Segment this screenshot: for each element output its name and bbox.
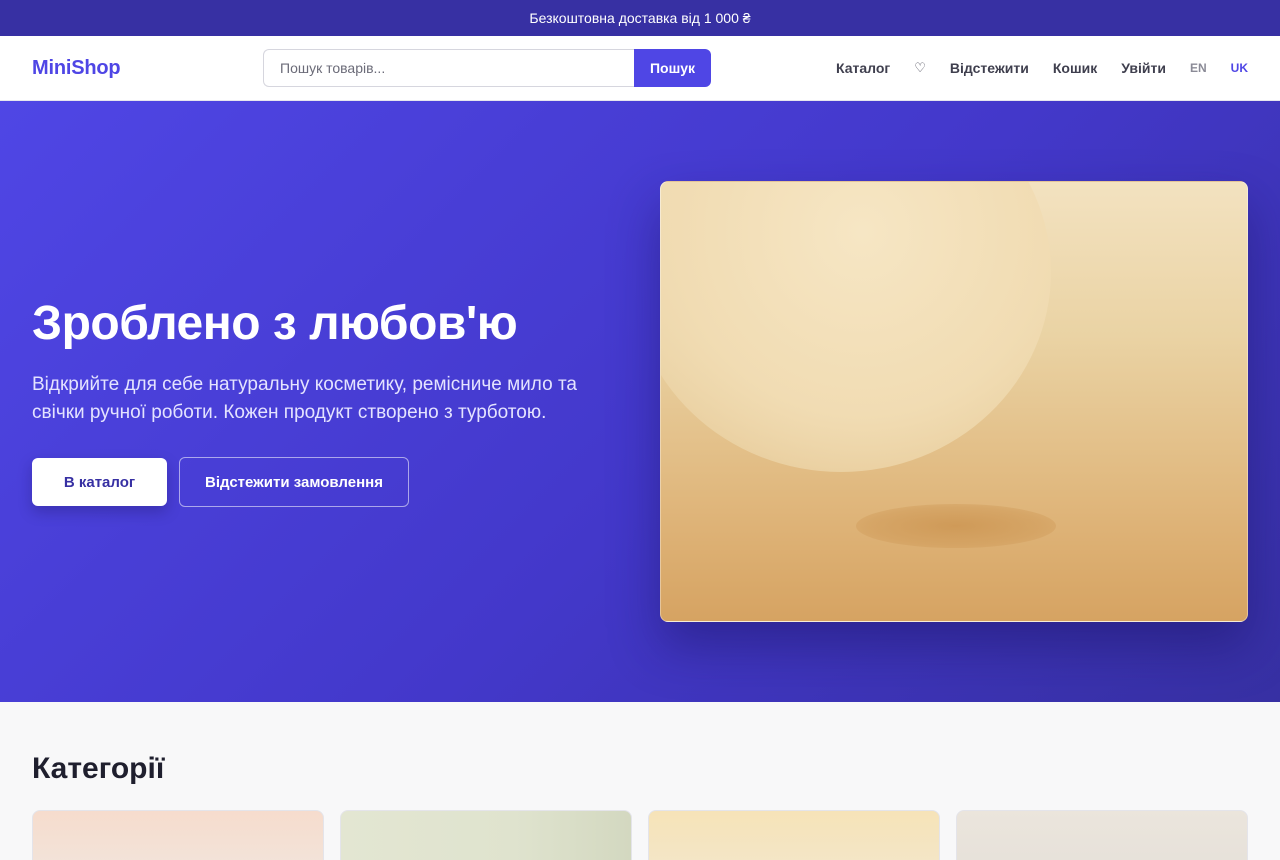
nav-track[interactable]: Відстежити — [950, 60, 1029, 76]
lang-en[interactable]: EN — [1190, 61, 1207, 75]
site-header: MiniShop Пошук Каталог ♡ Відстежити Коши… — [0, 36, 1280, 101]
categories-heading: Категорії — [32, 752, 165, 785]
hero-title: Зроблено з любов'ю — [32, 297, 518, 350]
search-button[interactable]: Пошук — [634, 49, 711, 87]
catalog-button[interactable]: В каталог — [32, 458, 167, 506]
lang-uk[interactable]: UK — [1231, 61, 1248, 75]
nav-catalog[interactable]: Каталог — [836, 60, 890, 76]
category-card[interactable] — [32, 810, 324, 860]
hero-image-orb — [661, 182, 1051, 472]
search-form: Пошук — [263, 49, 711, 87]
main-nav: Каталог ♡ Відстежити Кошик Увійти EN UK — [836, 36, 1248, 100]
promo-bar: Безкоштовна доставка від 1 000 ₴ — [0, 0, 1280, 36]
category-card[interactable] — [648, 810, 940, 860]
search-input[interactable] — [263, 49, 634, 87]
wishlist-heart-icon[interactable]: ♡ — [914, 60, 926, 76]
hero-image-shadow — [856, 504, 1056, 548]
logo[interactable]: MiniShop — [32, 57, 121, 80]
category-card[interactable] — [340, 810, 632, 860]
language-switcher: EN UK — [1190, 61, 1248, 75]
nav-login[interactable]: Увійти — [1121, 60, 1166, 76]
track-order-button[interactable]: Відстежити замовлення — [179, 457, 409, 507]
hero-subtitle: Відкрийте для себе натуральну косметику,… — [32, 374, 577, 423]
promo-text: Безкоштовна доставка від 1 000 ₴ — [529, 10, 751, 26]
nav-cart[interactable]: Кошик — [1053, 60, 1097, 76]
category-card[interactable] — [956, 810, 1248, 860]
hero-section: Зроблено з любов'ю Відкрийте для себе на… — [0, 101, 1280, 702]
hero-product-image — [660, 181, 1248, 622]
